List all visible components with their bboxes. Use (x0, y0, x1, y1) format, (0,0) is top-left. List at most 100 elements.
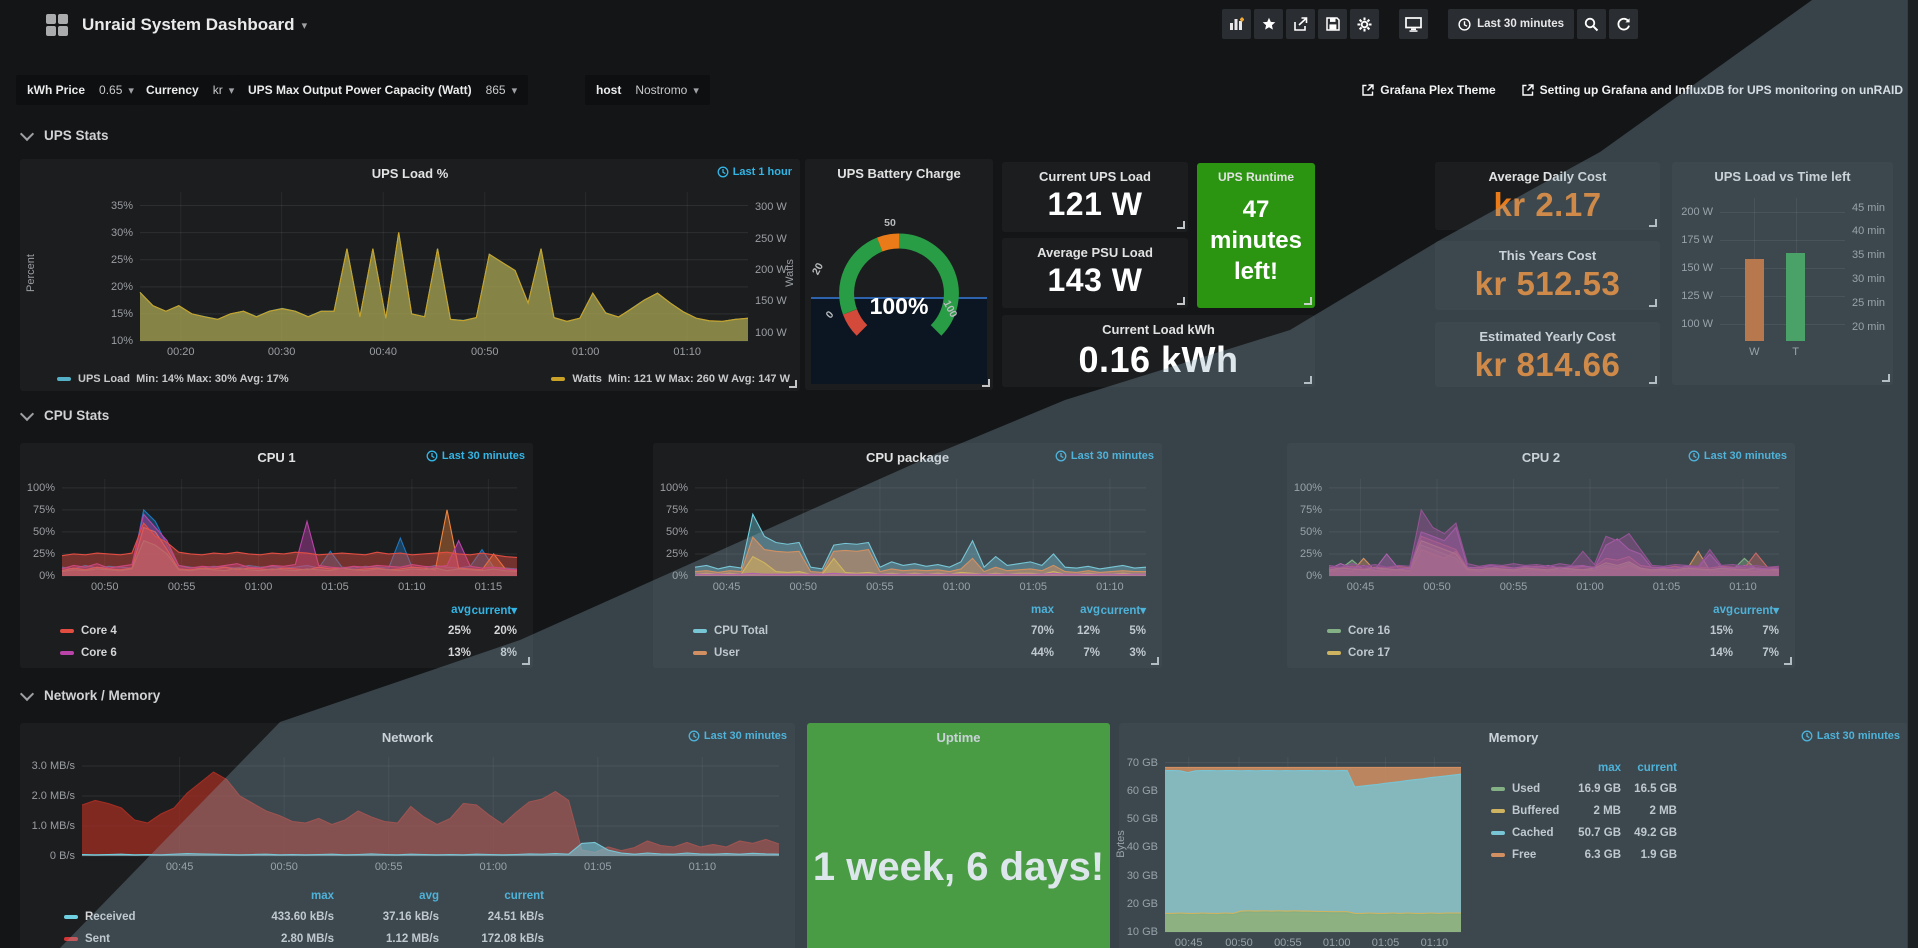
panel-time-range-label: Last 30 minutes (442, 450, 525, 462)
row-header-ups-stats[interactable]: UPS Stats (22, 128, 109, 143)
x-axis-tick: 01:05 (1372, 937, 1400, 948)
legend-column-header[interactable]: current▾ (1733, 603, 1779, 617)
legend-row[interactable]: Cached50.7 GB49.2 GB (1491, 822, 1677, 844)
panel-time-range-label: Last 30 minutes (1704, 450, 1787, 462)
variable-value[interactable]: 0.65 (99, 83, 122, 97)
legend-column-header[interactable]: max (229, 890, 334, 902)
link-ups-monitoring-guide[interactable]: Setting up Grafana and InfluxDB for UPS … (1522, 83, 1903, 97)
resize-handle[interactable] (522, 657, 530, 665)
resize-handle[interactable] (982, 379, 990, 387)
panel-time-range[interactable]: Last 30 minutes (426, 450, 525, 462)
variable-ups-max-output[interactable]: UPS Max Output Power Capacity (Watt) 865… (237, 75, 528, 105)
legend-row[interactable]: Core 1714%7% (1327, 642, 1779, 664)
settings-button[interactable] (1350, 9, 1379, 39)
cycle-view-button[interactable] (1399, 9, 1428, 39)
row-header-network-memory[interactable]: Network / Memory (22, 688, 160, 703)
resize-handle[interactable] (1784, 657, 1792, 665)
bar-T[interactable] (1786, 253, 1805, 341)
panel-title[interactable]: Current UPS Load (1002, 162, 1188, 184)
row-header-cpu-stats[interactable]: CPU Stats (22, 408, 109, 423)
resize-handle[interactable] (1304, 376, 1312, 384)
legend-item-watts[interactable]: Watts Min: 121 W Max: 260 W Avg: 147 W (551, 373, 790, 385)
legend-label[interactable]: Watts (572, 373, 602, 385)
series-color-marker (693, 651, 707, 655)
panel-title[interactable]: UPS Battery Charge (805, 159, 993, 181)
legend-column-header[interactable]: max (1565, 762, 1621, 774)
legend-column-header[interactable]: current▾ (471, 603, 517, 617)
add-panel-button[interactable] (1222, 9, 1251, 39)
legend-row[interactable]: Used16.9 GB16.5 GB (1491, 778, 1677, 800)
save-button[interactable] (1318, 9, 1347, 39)
panel-time-range[interactable]: Last 30 minutes (1688, 450, 1787, 462)
legend-row[interactable]: CPU Total70%12%5% (693, 620, 1146, 642)
panel-title[interactable]: Estimated Yearly Cost (1435, 322, 1660, 344)
legend-row[interactable]: Received433.60 kB/s37.16 kB/s24.51 kB/s (64, 906, 544, 928)
bar-W[interactable] (1745, 259, 1764, 341)
dashboard-title-menu[interactable]: Unraid System Dashboard ▾ (46, 14, 307, 36)
resize-handle[interactable] (1882, 374, 1890, 382)
resize-handle[interactable] (1649, 299, 1657, 307)
resize-handle[interactable] (1151, 657, 1159, 665)
legend-item-ups-load[interactable]: UPS Load Min: 14% Max: 30% Avg: 17% (57, 373, 289, 385)
time-range-picker[interactable]: Last 30 minutes (1448, 9, 1574, 39)
panel-title[interactable]: UPS Load % (20, 159, 800, 181)
legend-row[interactable]: Core 1615%7% (1327, 620, 1779, 642)
legend-row[interactable]: User44%7%3% (693, 642, 1146, 664)
panel-title[interactable]: Network (20, 723, 795, 745)
dashboard-title[interactable]: Unraid System Dashboard (82, 15, 295, 35)
search-button[interactable] (1577, 9, 1606, 39)
legend-row[interactable]: Free6.3 GB1.9 GB (1491, 844, 1677, 866)
legend-column-header[interactable]: avg (334, 890, 439, 902)
scrollbar[interactable] (1907, 0, 1918, 948)
y-axis-tick: 0% (672, 570, 695, 582)
panel-ups-load-vs-time-left: UPS Load vs Time left 200 W175 W150 W125… (1672, 162, 1893, 385)
stat-value: 0.16 kWh (1002, 339, 1315, 381)
panel-title[interactable]: Current Load kWh (1002, 315, 1315, 337)
link-grafana-plex-theme[interactable]: Grafana Plex Theme (1362, 83, 1495, 97)
variable-currency[interactable]: Currency kr ▾ (135, 75, 245, 105)
panel-title[interactable]: Memory (1119, 723, 1908, 745)
resize-handle[interactable] (789, 380, 797, 388)
legend-column-header[interactable]: avg (1054, 604, 1100, 616)
resize-handle[interactable] (1177, 221, 1185, 229)
panel-title[interactable]: UPS Runtime (1197, 163, 1315, 184)
legend-row[interactable]: Buffered2 MB2 MB (1491, 800, 1677, 822)
legend-row[interactable]: Sent2.80 MB/s1.12 MB/s172.08 kB/s (64, 928, 544, 948)
panel-time-range[interactable]: Last 30 minutes (1801, 730, 1900, 742)
panel-time-range[interactable]: Last 30 minutes (1055, 450, 1154, 462)
variable-value[interactable]: Nostromo (635, 83, 687, 97)
panel-time-range[interactable]: Last 30 minutes (688, 730, 787, 742)
share-button[interactable] (1286, 9, 1315, 39)
panel-title[interactable]: Uptime (807, 723, 1110, 745)
panel-title[interactable]: UPS Load vs Time left (1672, 162, 1893, 184)
resize-handle[interactable] (1649, 219, 1657, 227)
variable-kwh-price[interactable]: kWh Price 0.65 ▾ (16, 75, 145, 105)
panel-title[interactable]: This Years Cost (1435, 241, 1660, 263)
refresh-button[interactable] (1609, 9, 1638, 39)
panel-time-range[interactable]: Last 1 hour (717, 166, 792, 178)
legend-value: 5% (1100, 625, 1146, 637)
legend-row[interactable]: Core 425%20% (60, 620, 517, 642)
stat-value: 143 W (1002, 262, 1188, 299)
legend-row[interactable]: Core 613%8% (60, 642, 517, 664)
legend-column-header[interactable]: max (1008, 604, 1054, 616)
resize-handle[interactable] (1649, 376, 1657, 384)
legend-column-header[interactable]: current (439, 890, 544, 902)
variable-value[interactable]: 865 (486, 83, 506, 97)
legend-column-header[interactable]: current▾ (1100, 603, 1146, 617)
legend-column-header[interactable]: avg (1687, 604, 1733, 616)
x-axis-tick: 00:20 (167, 346, 195, 358)
resize-handle[interactable] (1177, 297, 1185, 305)
panel-title[interactable]: Average PSU Load (1002, 238, 1188, 260)
panel-title[interactable]: Average Daily Cost (1435, 162, 1660, 184)
legend-column-header[interactable]: current (1621, 762, 1677, 774)
x-axis-tick: 00:50 (270, 861, 298, 873)
variable-value[interactable]: kr (213, 83, 223, 97)
legend-column-header[interactable]: avg (425, 604, 471, 616)
legend-value: 2.80 MB/s (229, 933, 334, 945)
variable-host[interactable]: host Nostromo ▾ (585, 75, 710, 105)
star-button[interactable] (1254, 9, 1283, 39)
resize-handle[interactable] (1304, 297, 1312, 305)
grafana-apps-icon[interactable] (46, 14, 68, 36)
legend-label[interactable]: UPS Load (78, 373, 130, 385)
